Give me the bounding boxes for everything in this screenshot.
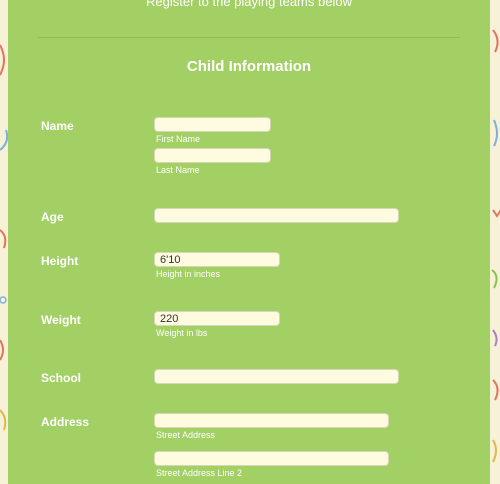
street-address-line2-input[interactable] — [154, 451, 389, 466]
street-address-line2-sublabel: Street Address Line 2 — [156, 468, 243, 478]
height-input[interactable] — [154, 252, 280, 267]
age-input[interactable] — [154, 208, 399, 223]
first-name-sublabel: First Name — [156, 134, 201, 144]
street-address-input[interactable] — [154, 413, 389, 428]
registration-form-panel: Register to the playing teams below Chil… — [8, 0, 490, 484]
first-name-input[interactable] — [154, 117, 271, 132]
section-divider — [38, 37, 460, 38]
last-name-input[interactable] — [154, 148, 271, 163]
section-title: Child Information — [186, 58, 312, 75]
form-subtitle: Register to the playing teams below — [146, 0, 352, 9]
street-address-sublabel: Street Address — [156, 430, 216, 440]
name-label: Name — [41, 119, 74, 133]
last-name-sublabel: Last Name — [156, 165, 200, 175]
address-label: Address — [41, 415, 90, 429]
school-input[interactable] — [154, 369, 399, 384]
weight-label: Weight — [41, 313, 81, 327]
weight-sublabel: Weight in lbs — [156, 328, 208, 338]
height-label: Height — [41, 254, 79, 268]
school-label: School — [41, 371, 82, 385]
height-sublabel: Height in inches — [156, 269, 221, 279]
age-label: Age — [41, 210, 64, 224]
weight-input[interactable] — [154, 311, 280, 326]
